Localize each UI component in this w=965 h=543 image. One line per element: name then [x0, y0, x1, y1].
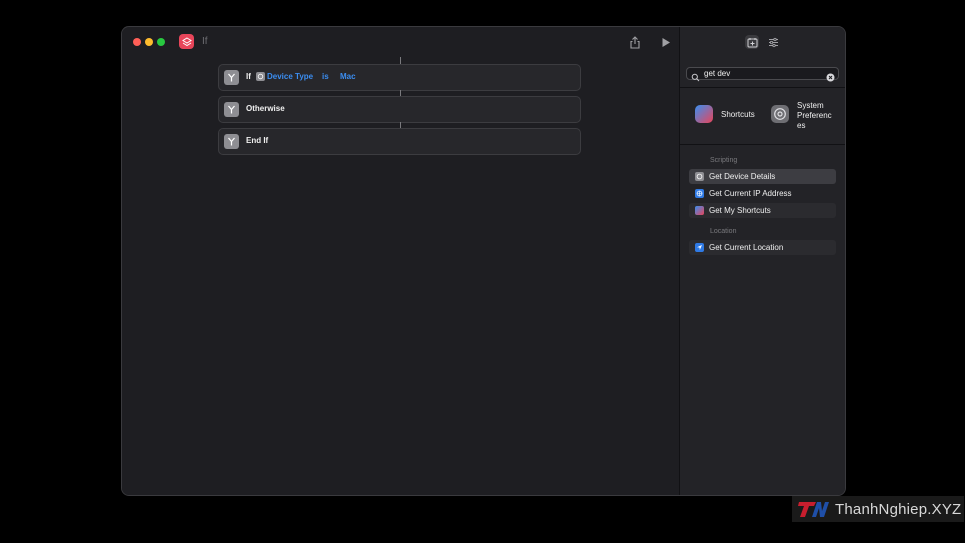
divider — [680, 87, 845, 88]
shortcut-icon[interactable] — [179, 34, 194, 49]
shortcut-name[interactable]: If — [202, 36, 208, 47]
action-label: If — [246, 72, 251, 81]
search-field[interactable]: get dev — [686, 67, 839, 82]
play-icon[interactable] — [659, 35, 673, 49]
location-arrow-icon — [695, 243, 704, 252]
minimize-window-button[interactable] — [145, 38, 153, 46]
condition-value[interactable]: Mac — [340, 72, 356, 81]
search-input[interactable]: get dev — [704, 69, 730, 78]
network-icon — [695, 189, 704, 198]
action-label: Otherwise — [246, 104, 285, 113]
action-get-current-ip-address[interactable]: Get Current IP Address — [689, 186, 836, 201]
device-type-variable[interactable]: Device Type — [267, 72, 313, 81]
action-get-my-shortcuts[interactable]: Get My Shortcuts — [689, 203, 836, 218]
if-action[interactable]: If Device Type is Mac — [218, 64, 581, 91]
action-get-device-details[interactable]: Get Device Details — [689, 169, 836, 184]
branch-icon — [224, 70, 239, 85]
branch-icon — [224, 102, 239, 117]
action-library-sidebar: get dev Shortcuts System Preferenc es Sc… — [679, 27, 845, 495]
branch-icon — [224, 134, 239, 149]
action-label: Get Current Location — [709, 243, 784, 252]
divider — [680, 144, 845, 145]
shortcuts-icon — [695, 206, 704, 215]
action-get-current-location[interactable]: Get Current Location — [689, 240, 836, 255]
watermark: ThanhNghiep.XYZ — [792, 496, 964, 522]
app-label: System Preferenc es — [797, 101, 832, 130]
app-shortcuts[interactable]: Shortcuts — [695, 99, 765, 135]
watermark-logo — [796, 501, 829, 518]
action-label: Get Current IP Address — [709, 189, 792, 198]
watermark-text: ThanhNghiep.XYZ — [835, 500, 962, 518]
action-label: End If — [246, 136, 269, 145]
title-bar: If — [122, 27, 679, 59]
shortcuts-app-icon — [695, 105, 713, 123]
editor-pane: If If Device Type is Mac Otherwise End I… — [122, 27, 679, 495]
zoom-window-button[interactable] — [157, 38, 165, 46]
details-sliders-icon[interactable] — [766, 35, 780, 49]
condition-operator[interactable]: is — [322, 72, 329, 81]
app-system-preferences[interactable]: System Preferenc es — [771, 99, 839, 135]
search-icon — [691, 69, 700, 87]
clear-search-icon[interactable] — [826, 69, 835, 87]
device-icon — [695, 172, 704, 181]
action-library-icon[interactable] — [745, 35, 759, 49]
section-header-scripting: Scripting — [710, 157, 738, 164]
share-icon[interactable] — [628, 35, 642, 49]
shortcuts-window: If If Device Type is Mac Otherwise End I… — [121, 26, 846, 496]
otherwise-action[interactable]: Otherwise — [218, 96, 581, 123]
device-icon — [256, 72, 265, 81]
action-label: Get My Shortcuts — [709, 206, 771, 215]
action-label: Get Device Details — [709, 172, 776, 181]
close-window-button[interactable] — [133, 38, 141, 46]
app-label: Shortcuts — [721, 110, 755, 119]
gear-icon — [771, 105, 789, 123]
end-if-action[interactable]: End If — [218, 128, 581, 155]
section-header-location: Location — [710, 228, 737, 235]
flow-connector — [400, 57, 401, 64]
